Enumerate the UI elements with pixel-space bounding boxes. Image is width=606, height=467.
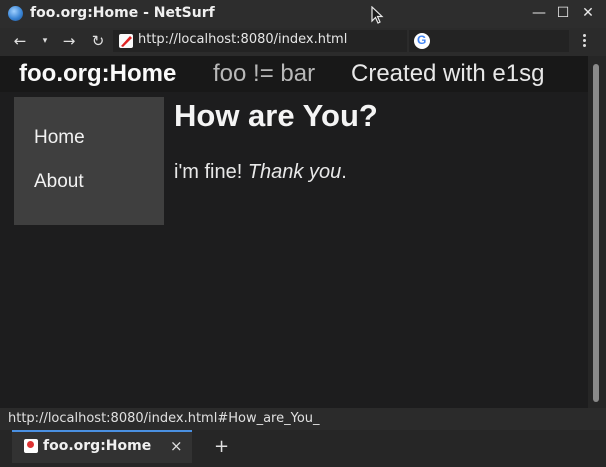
url-text[interactable]: http://localhost:8080/index.html bbox=[138, 32, 347, 47]
new-tab-button[interactable]: + bbox=[214, 436, 229, 457]
nav-link-foo-bar[interactable]: foo != bar bbox=[213, 60, 315, 88]
paragraph-text: i'm fine! bbox=[174, 161, 248, 183]
kebab-menu-icon[interactable] bbox=[578, 32, 590, 52]
page-viewport: foo.org:Home foo != bar Created with e1s… bbox=[0, 56, 588, 408]
site-brand-link[interactable]: foo.org:Home bbox=[19, 60, 176, 88]
page-paragraph: i'm fine! Thank you. bbox=[174, 161, 347, 184]
globe-icon bbox=[8, 6, 23, 21]
reload-button[interactable]: ↻ bbox=[88, 31, 108, 51]
history-dropdown-button[interactable]: ▾ bbox=[35, 31, 55, 51]
page-favicon-icon bbox=[118, 33, 134, 49]
tab-favicon-icon bbox=[24, 439, 38, 453]
sidebar-item-home[interactable]: Home bbox=[34, 127, 85, 149]
sidebar-item-about[interactable]: About bbox=[34, 171, 84, 193]
maximize-button[interactable]: ☐ bbox=[555, 5, 571, 21]
forward-button[interactable]: → bbox=[59, 31, 79, 51]
google-icon[interactable]: G bbox=[414, 33, 430, 49]
status-text: http://localhost:8080/index.html#How_are… bbox=[8, 411, 320, 426]
mouse-cursor-icon bbox=[371, 5, 384, 29]
window-titlebar: foo.org:Home - NetSurf — ☐ ✕ bbox=[0, 0, 606, 28]
close-window-button[interactable]: ✕ bbox=[580, 5, 596, 21]
paragraph-suffix: . bbox=[341, 161, 347, 183]
back-button[interactable]: ← bbox=[10, 31, 30, 51]
search-bar[interactable] bbox=[409, 30, 569, 52]
scrollbar-thumb[interactable] bbox=[593, 64, 599, 402]
google-icon-letter: G bbox=[417, 33, 427, 47]
tab-close-button[interactable]: × bbox=[170, 437, 183, 455]
minimize-button[interactable]: — bbox=[531, 5, 547, 21]
window-title: foo.org:Home - NetSurf bbox=[30, 5, 215, 21]
paragraph-emphasis: Thank you bbox=[247, 161, 342, 183]
page-heading: How are You? bbox=[174, 98, 378, 133]
site-nav: foo.org:Home foo != bar Created with e1s… bbox=[0, 56, 588, 92]
site-sidebar: Home About bbox=[14, 97, 164, 225]
nav-link-created-with[interactable]: Created with e1sg bbox=[351, 60, 544, 88]
tab-title[interactable]: foo.org:Home bbox=[43, 438, 151, 454]
